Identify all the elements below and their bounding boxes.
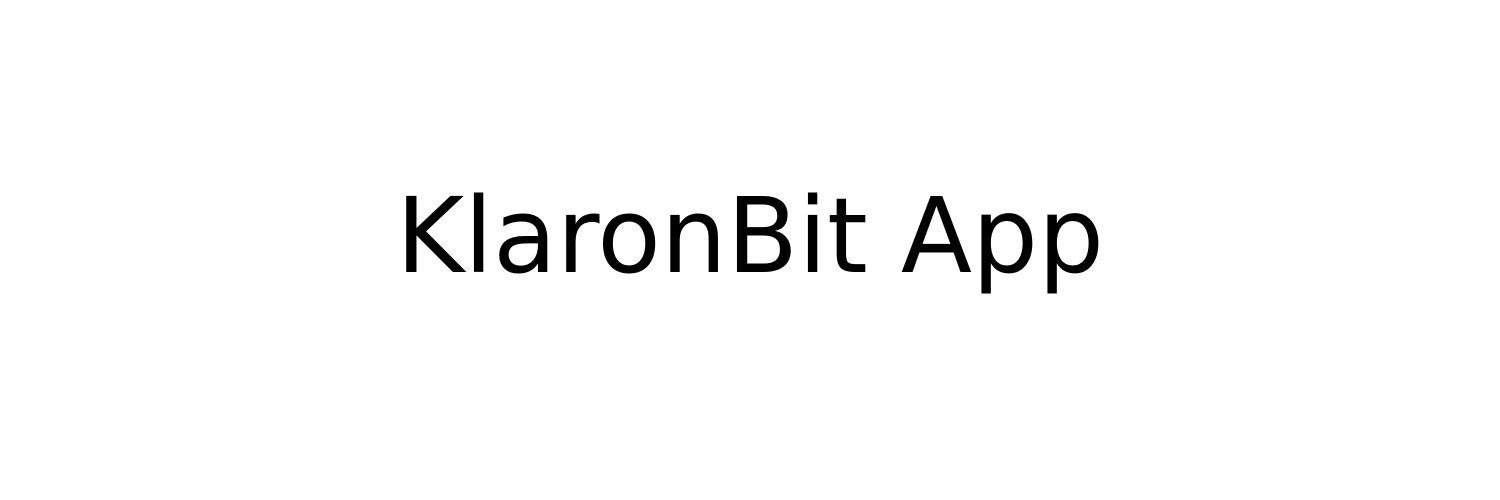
app-title: KlaronBit App (395, 175, 1105, 297)
splash-screen: KlaronBit App (0, 0, 1500, 500)
